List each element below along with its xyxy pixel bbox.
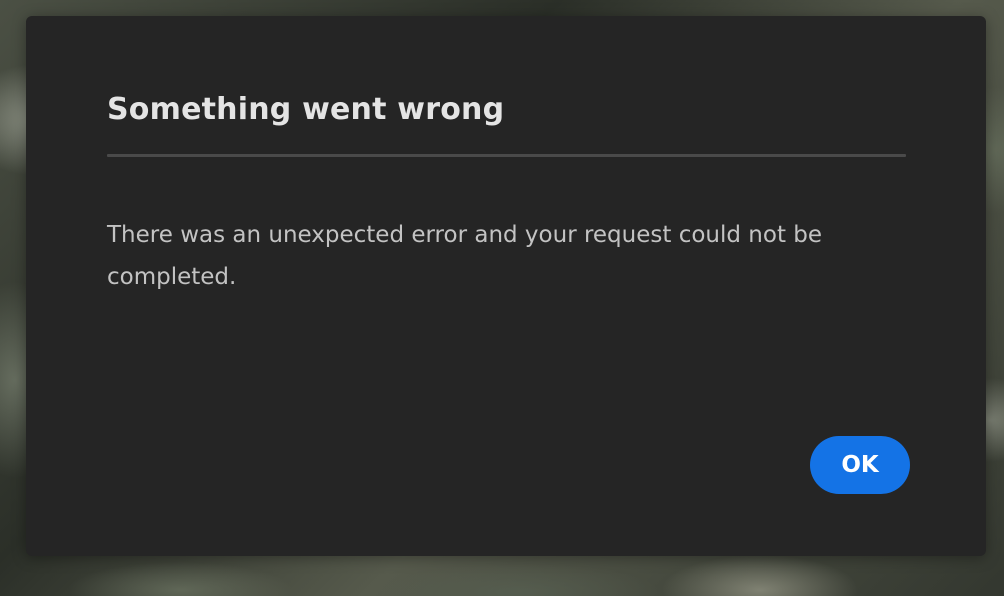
dialog-title: Something went wrong	[107, 92, 505, 127]
ok-button[interactable]: OK	[810, 436, 910, 494]
title-divider	[107, 154, 906, 157]
error-dialog: Something went wrong There was an unexpe…	[26, 16, 986, 556]
dialog-message: There was an unexpected error and your r…	[107, 222, 823, 290]
